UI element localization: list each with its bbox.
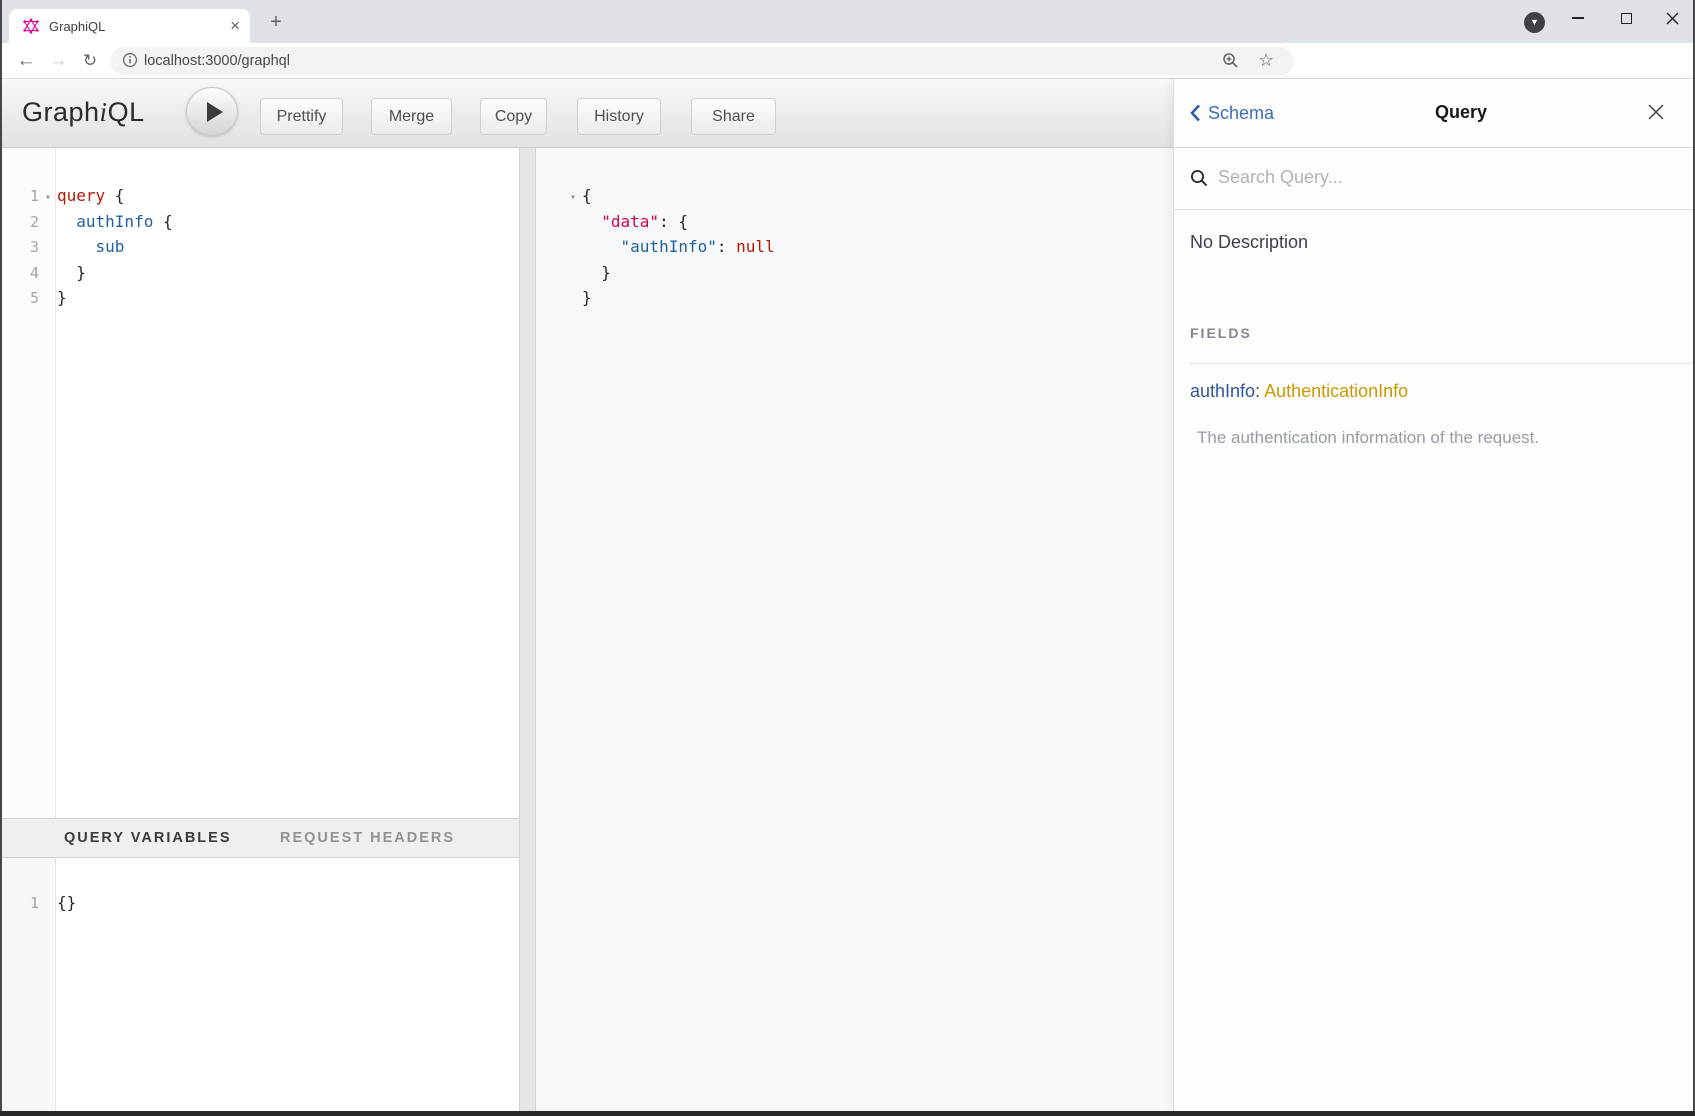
line-number: 3 bbox=[2, 235, 39, 261]
fields-section-header: FIELDS bbox=[1190, 325, 1252, 341]
taskbar-strip bbox=[0, 1111, 1695, 1116]
docs-close-button[interactable] bbox=[1647, 103, 1665, 121]
code-line: 5} bbox=[2, 285, 519, 311]
line-number: 4 bbox=[2, 261, 39, 287]
field-row: authInfo: AuthenticationInfo bbox=[1190, 381, 1408, 402]
docs-title: Query bbox=[1435, 102, 1487, 123]
code-line: "authInfo": null bbox=[564, 234, 1173, 260]
code-line: } bbox=[564, 285, 1173, 311]
code-line: "data": { bbox=[564, 209, 1173, 235]
pane-divider[interactable] bbox=[519, 148, 536, 1111]
close-icon bbox=[1666, 12, 1679, 25]
close-icon bbox=[1647, 103, 1665, 121]
fold-arrow-icon[interactable]: ▾ bbox=[39, 185, 57, 211]
fold-arrow-icon[interactable]: ▾ bbox=[564, 185, 582, 211]
graphql-logo-icon bbox=[23, 18, 39, 34]
query-variables-editor[interactable]: 1{} bbox=[2, 858, 519, 1111]
docs-back-label: Schema bbox=[1208, 103, 1274, 123]
history-button[interactable]: History bbox=[577, 98, 661, 135]
share-button[interactable]: Share bbox=[691, 98, 776, 135]
tab-close-icon[interactable]: × bbox=[230, 16, 240, 36]
docs-back-button[interactable]: Schema bbox=[1190, 101, 1274, 125]
new-tab-button[interactable]: + bbox=[262, 9, 290, 37]
variables-tab-bar: QUERY VARIABLES REQUEST HEADERS bbox=[2, 818, 519, 858]
tab-strip: GraphiQL × + ▼ bbox=[0, 0, 1695, 43]
code-line: ▾{ bbox=[564, 183, 1173, 209]
query-editor[interactable]: 1▾query {2 authInfo {3 sub4 }5} bbox=[2, 148, 519, 818]
execute-query-button[interactable] bbox=[186, 87, 238, 136]
merge-button[interactable]: Merge bbox=[371, 98, 452, 135]
result-viewer[interactable]: ▾{ "data": { "authInfo": null }} bbox=[536, 148, 1173, 1111]
browser-toolbar: ← → ↻ localhost:3000/graphql ☆ P bbox=[0, 43, 1695, 79]
window-close-button[interactable] bbox=[1652, 0, 1692, 36]
play-icon bbox=[207, 102, 223, 122]
code-line: 2 authInfo { bbox=[2, 209, 519, 235]
docs-header: Schema Query bbox=[1174, 79, 1695, 148]
code-line: } bbox=[564, 260, 1173, 286]
maximize-button[interactable] bbox=[1606, 0, 1646, 36]
minimize-button[interactable] bbox=[1558, 0, 1598, 36]
tab-title: GraphiQL bbox=[49, 19, 105, 34]
field-type-link[interactable]: AuthenticationInfo bbox=[1264, 381, 1408, 401]
back-button[interactable]: ← bbox=[12, 47, 40, 75]
url-text[interactable]: localhost:3000/graphql bbox=[144, 53, 290, 69]
line-number: 1 bbox=[2, 891, 39, 917]
bookmark-star-icon[interactable]: ☆ bbox=[1258, 50, 1276, 68]
url-bar[interactable]: localhost:3000/graphql ☆ bbox=[110, 47, 1294, 75]
tab-request-headers[interactable]: REQUEST HEADERS bbox=[280, 819, 455, 857]
forward-button[interactable]: → bbox=[44, 47, 72, 75]
line-number: 5 bbox=[2, 286, 39, 312]
browser-window: GraphiQL × + ▼ ← → ↻ localhost:3000/grap… bbox=[0, 0, 1695, 1116]
chevron-left-icon bbox=[1190, 104, 1201, 122]
line-number: 1 bbox=[2, 184, 39, 210]
search-icon bbox=[1190, 169, 1209, 188]
page-info-icon[interactable] bbox=[122, 52, 140, 70]
graphiql-logo: GraphiQL bbox=[22, 97, 145, 128]
field-name-link[interactable]: authInfo bbox=[1190, 381, 1255, 401]
window-border bbox=[0, 0, 2, 1116]
reload-button[interactable]: ↻ bbox=[76, 47, 104, 75]
fields-divider bbox=[1190, 363, 1695, 364]
field-description: The authentication information of the re… bbox=[1197, 428, 1539, 448]
no-description-text: No Description bbox=[1190, 232, 1308, 253]
code-line: 1{} bbox=[2, 890, 519, 916]
zoom-in-icon[interactable] bbox=[1222, 52, 1240, 70]
code-line: 4 } bbox=[2, 260, 519, 286]
search-placeholder: Search Query... bbox=[1218, 167, 1343, 188]
code-line: 3 sub bbox=[2, 234, 519, 260]
line-number: 2 bbox=[2, 210, 39, 236]
docs-search-input[interactable]: Search Query... bbox=[1174, 148, 1695, 210]
copy-button[interactable]: Copy bbox=[480, 98, 547, 135]
prettify-button[interactable]: Prettify bbox=[260, 98, 343, 135]
browser-tab[interactable]: GraphiQL × bbox=[9, 9, 250, 43]
tab-query-variables[interactable]: QUERY VARIABLES bbox=[64, 819, 232, 857]
documentation-explorer: Schema Query Search Query... No Descript… bbox=[1173, 79, 1695, 1111]
update-indicator-icon[interactable]: ▼ bbox=[1524, 12, 1545, 33]
code-line: 1▾query { bbox=[2, 183, 519, 209]
